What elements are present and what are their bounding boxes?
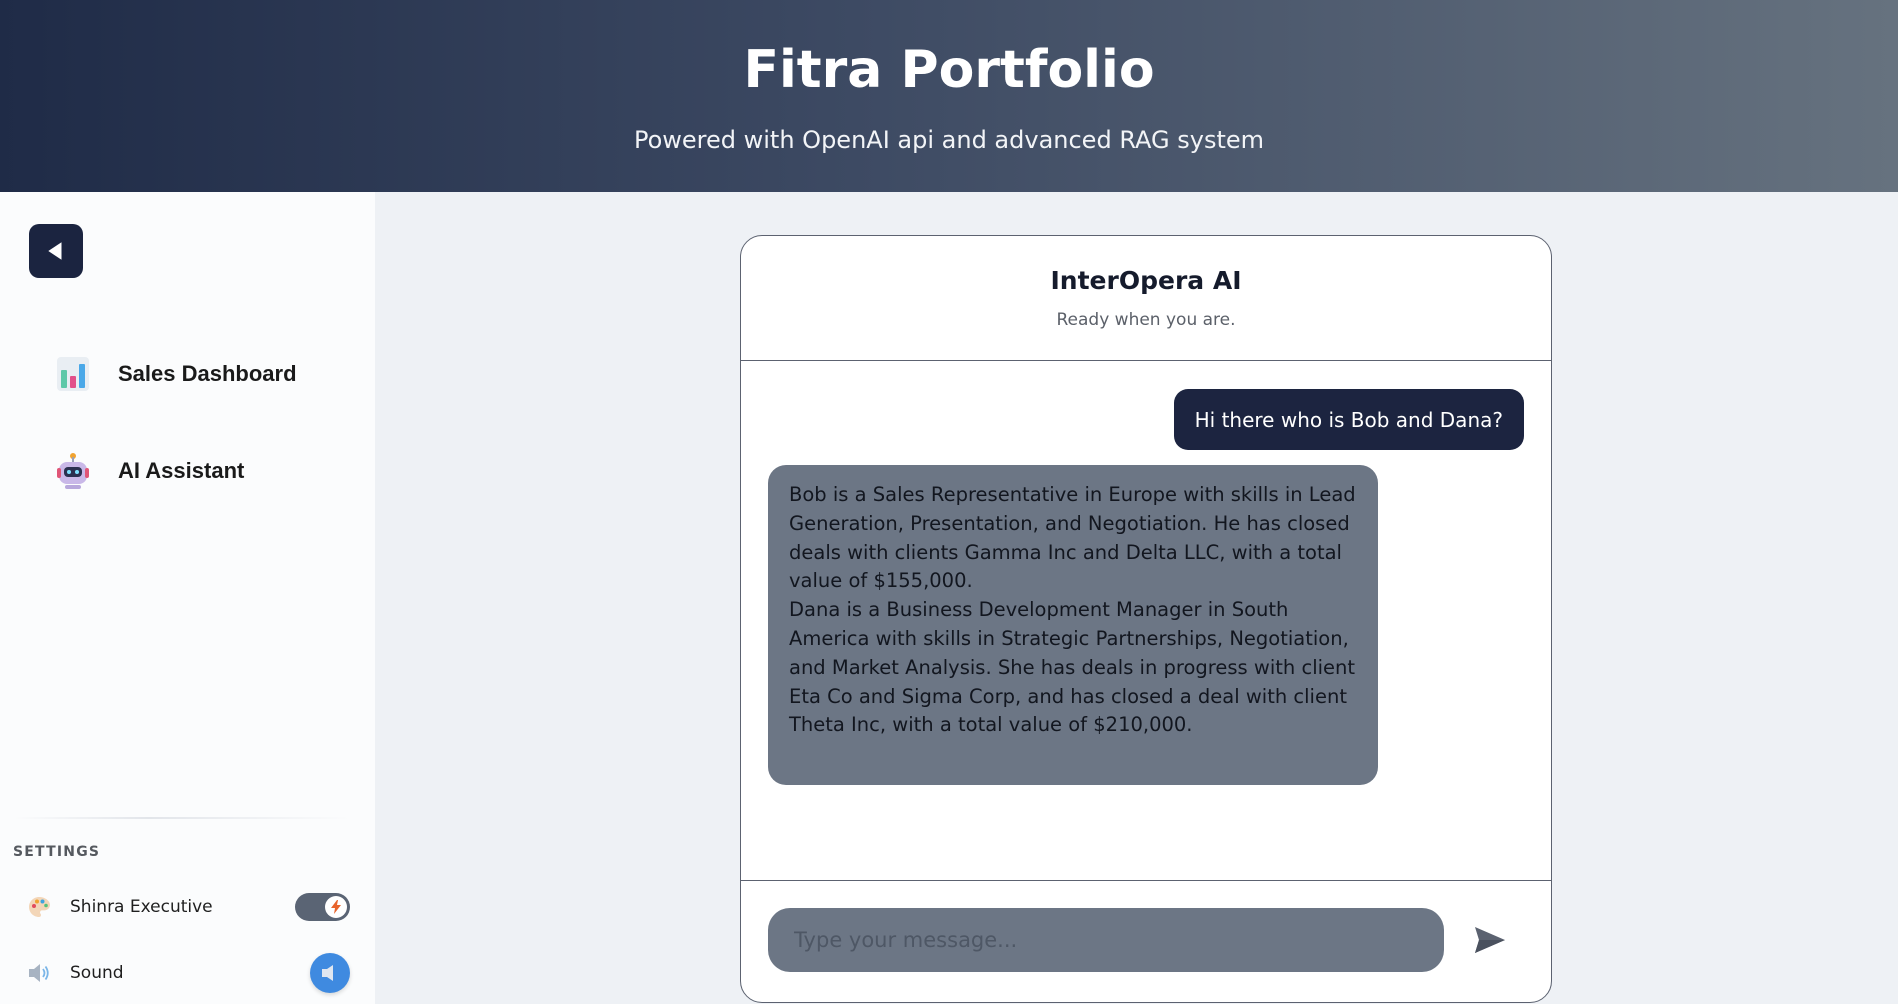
setting-theme: Shinra Executive [26, 889, 350, 925]
setting-sound: Sound [26, 953, 350, 993]
message-input[interactable] [768, 908, 1444, 972]
app-header: Fitra Portfolio Powered with OpenAI api … [0, 0, 1898, 192]
chat-input-bar [741, 880, 1551, 1002]
setting-sound-label: Sound [70, 963, 124, 983]
settings-heading: SETTINGS [13, 844, 101, 860]
sidebar-divider [14, 817, 350, 819]
theme-toggle[interactable] [295, 893, 350, 921]
sound-toggle-button[interactable] [310, 953, 350, 993]
user-message: Hi there who is Bob and Dana? [1173, 389, 1524, 450]
sidebar-item-ai-assistant[interactable]: AI Assistant [54, 447, 354, 495]
bar-chart-icon [54, 355, 92, 393]
chat-title: InterOpera AI [1050, 266, 1242, 295]
sidebar-item-label: Sales Dashboard [118, 361, 297, 386]
send-button[interactable] [1473, 923, 1507, 957]
send-icon [1475, 927, 1505, 953]
sidebar: Sales Dashboard AI Assistant SETTINGS Sh… [0, 192, 375, 1004]
page-subtitle: Powered with OpenAI api and advanced RAG… [633, 126, 1265, 154]
sidebar-item-sales-dashboard[interactable]: Sales Dashboard [54, 350, 354, 398]
chat-header: InterOpera AI Ready when you are. [741, 236, 1551, 361]
page-title: Fitra Portfolio [743, 40, 1155, 100]
sidebar-item-label: AI Assistant [118, 458, 245, 483]
speaker-icon [322, 965, 333, 981]
palette-icon [26, 894, 52, 920]
chat-status: Ready when you are. [1056, 310, 1236, 330]
chat-panel: InterOpera AI Ready when you are. Hi the… [740, 235, 1552, 1003]
collapse-sidebar-button[interactable] [29, 224, 83, 278]
setting-theme-label: Shinra Executive [70, 897, 213, 917]
back-arrow-icon [48, 242, 62, 260]
robot-icon [54, 452, 92, 490]
lightning-icon [325, 896, 347, 918]
assistant-message: Bob is a Sales Representative in Europe … [768, 465, 1378, 785]
speaker-icon [26, 960, 52, 986]
